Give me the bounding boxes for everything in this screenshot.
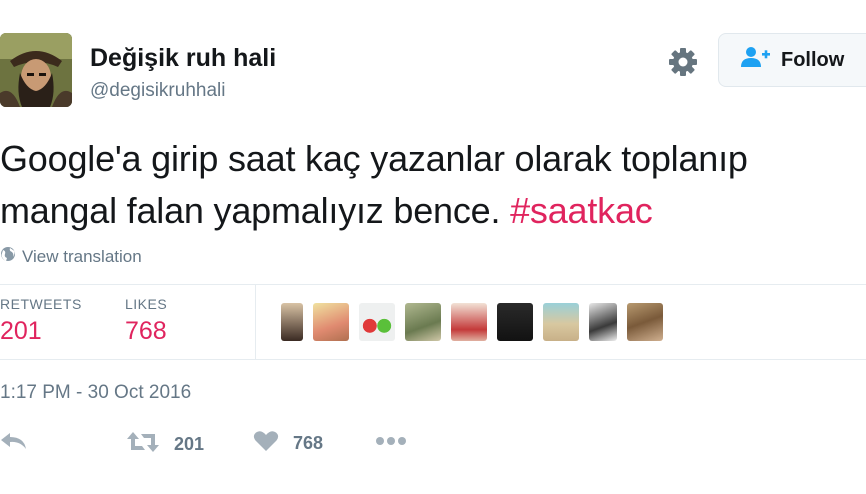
view-translation-label: View translation <box>22 246 142 266</box>
liker-avatar[interactable] <box>451 303 487 341</box>
more-button[interactable] <box>375 430 421 457</box>
liker-avatar[interactable] <box>627 303 663 341</box>
reply-button[interactable] <box>0 430 42 457</box>
retweet-button[interactable]: 201 <box>126 430 204 459</box>
likes-count: 768 <box>125 317 167 345</box>
display-name[interactable]: Değişik ruh hali <box>90 44 276 73</box>
liker-avatar[interactable] <box>405 303 441 341</box>
globe-icon <box>0 246 22 267</box>
user-handle[interactable]: @degisikruhhali <box>90 80 225 102</box>
follow-user-icon <box>741 46 781 74</box>
tweet-line-2: mangal falan yapmalıyız bence. <box>0 190 511 231</box>
gear-icon[interactable] <box>666 45 700 79</box>
more-icon <box>375 430 421 457</box>
liker-avatar[interactable] <box>543 303 579 341</box>
liker-avatar[interactable] <box>281 303 303 341</box>
retweet-count: 201 <box>174 434 205 454</box>
likes-label: LIKES <box>125 296 168 312</box>
likers-avatars <box>281 303 673 341</box>
tweet-timestamp[interactable]: 1:17 PM - 30 Oct 2016 <box>0 382 191 404</box>
reply-icon <box>0 430 42 457</box>
retweets-label: RETWEETS <box>0 296 82 312</box>
liker-avatar[interactable] <box>359 303 395 341</box>
tweet-text: Google'a girip saat kaç yazanlar olarak … <box>0 133 748 237</box>
liker-avatar[interactable] <box>497 303 533 341</box>
retweet-icon <box>126 430 174 459</box>
tweet-line-1: Google'a girip saat kaç yazanlar olarak … <box>0 138 748 179</box>
stats-bottom-divider <box>0 359 866 360</box>
hashtag-link[interactable]: #saatkac <box>510 190 653 231</box>
follow-label: Follow <box>781 48 845 71</box>
stats-top-divider <box>0 284 866 285</box>
liker-avatar[interactable] <box>313 303 349 341</box>
stats-divider <box>255 285 256 359</box>
liker-avatar[interactable] <box>589 303 617 341</box>
view-translation-link[interactable]: View translation <box>0 246 142 267</box>
likes-stat[interactable]: LIKES 768 <box>125 296 167 346</box>
avatar[interactable] <box>0 33 72 107</box>
retweets-stat[interactable]: RETWEETS 201 <box>0 296 82 346</box>
follow-button[interactable]: Follow <box>718 33 866 87</box>
retweets-count: 201 <box>0 317 42 345</box>
heart-icon <box>253 430 293 457</box>
like-button[interactable]: 768 <box>253 430 323 457</box>
like-count: 768 <box>293 433 324 453</box>
